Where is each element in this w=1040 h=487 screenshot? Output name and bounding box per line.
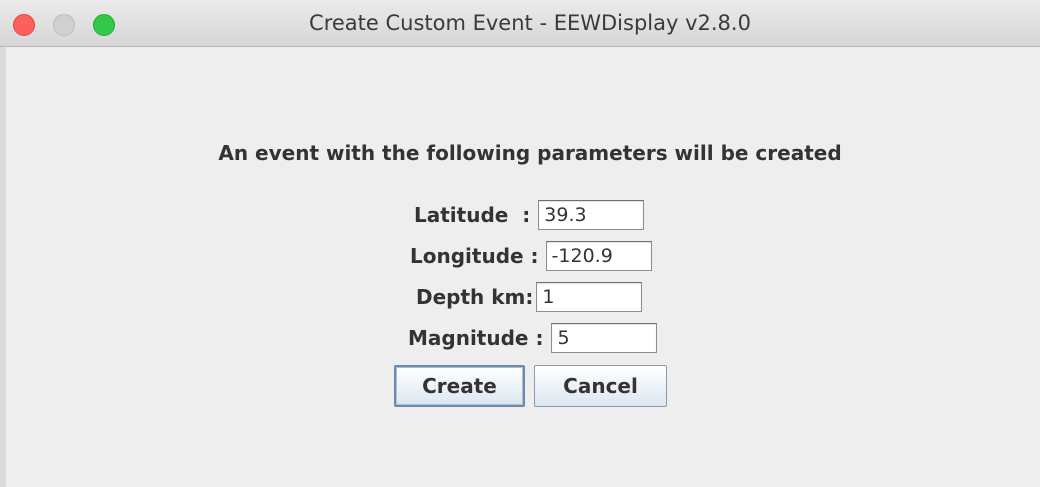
longitude-input[interactable]: -120.9: [545, 241, 652, 271]
depth-input[interactable]: 1: [536, 282, 643, 312]
window-edge: [0, 47, 6, 487]
window-title: Create Custom Event - EEWDisplay v2.8.0: [309, 11, 751, 35]
cancel-button[interactable]: Cancel: [534, 365, 667, 407]
longitude-label: Longitude :: [410, 244, 539, 268]
create-button[interactable]: Create: [394, 365, 525, 407]
dialog-window: Create Custom Event - EEWDisplay v2.8.0 …: [0, 0, 1040, 487]
longitude-row: Longitude : -120.9: [410, 240, 652, 272]
dialog-heading: An event with the following parameters w…: [218, 141, 842, 165]
magnitude-label: Magnitude :: [408, 326, 544, 350]
depth-label: Depth km:: [416, 285, 534, 309]
latitude-label: Latitude :: [414, 203, 531, 227]
latitude-row: Latitude : 39.3: [414, 199, 645, 231]
latitude-input[interactable]: 39.3: [538, 200, 645, 230]
depth-row: Depth km: 1: [416, 281, 643, 313]
magnitude-input[interactable]: 5: [551, 323, 658, 353]
magnitude-row: Magnitude : 5: [408, 322, 658, 354]
title-bar[interactable]: Create Custom Event - EEWDisplay v2.8.0: [0, 0, 1040, 47]
